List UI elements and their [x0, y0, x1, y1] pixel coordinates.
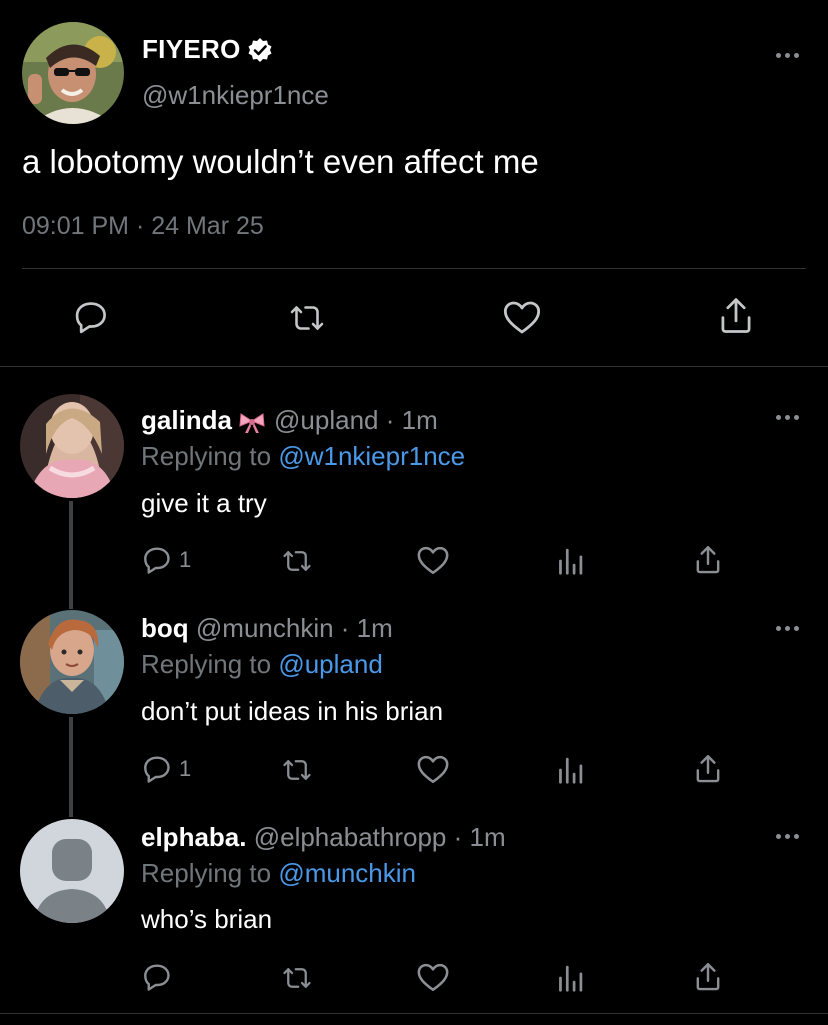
tweet-text: a lobotomy wouldn’t even affect me	[22, 143, 539, 180]
more-options-icon[interactable]	[772, 622, 802, 634]
reply-text: don’t put ideas in his brian	[141, 696, 444, 726]
replying-to: Replying to @upland	[141, 649, 383, 680]
author-row: FIYERO	[142, 34, 273, 65]
share-icon[interactable]	[718, 296, 754, 336]
reply-tweet: galinda @upland · 1m Replying to @w1nkie…	[0, 367, 828, 575]
replying-label: Replying to	[141, 649, 272, 679]
reply-header: boq @munchkin · 1m	[141, 613, 393, 644]
reply-count: 1	[179, 756, 192, 781]
reply-icon[interactable]	[72, 298, 110, 336]
replying-to: Replying to @munchkin	[141, 858, 416, 889]
separator-dot: ·	[378, 405, 402, 435]
separator-dot: ·	[333, 613, 357, 643]
fiyero-avatar[interactable]	[22, 22, 124, 124]
replying-mention[interactable]: @upland	[278, 649, 382, 679]
analytics-icon[interactable]	[556, 546, 584, 576]
divider	[22, 268, 806, 269]
divider	[0, 1013, 828, 1014]
retweet-icon[interactable]	[286, 300, 328, 336]
thread-line	[69, 781, 73, 817]
more-options-icon[interactable]	[772, 411, 802, 423]
reply-handle[interactable]: @upland	[274, 405, 378, 436]
analytics-icon[interactable]	[556, 755, 584, 785]
replying-to: Replying to @w1nkiepr1nce	[141, 441, 465, 472]
like-icon[interactable]	[502, 298, 542, 336]
share-icon[interactable]	[694, 961, 722, 993]
reply-icon[interactable]: 1	[141, 753, 191, 785]
reply-handle[interactable]: @elphabathropp	[254, 822, 447, 853]
reply-text: who’s brian	[141, 904, 273, 934]
reply-tweet: elphaba. @elphabathropp · 1m Replying to…	[0, 781, 828, 1013]
pink-bow-icon	[238, 410, 266, 433]
reply-author-name[interactable]: boq	[141, 613, 189, 644]
boq-avatar[interactable]	[20, 610, 124, 714]
replying-mention[interactable]: @munchkin	[278, 858, 416, 888]
retweet-icon[interactable]	[279, 755, 315, 785]
reply-icon[interactable]	[141, 961, 173, 993]
galinda-avatar[interactable]	[20, 394, 124, 498]
reply-icon[interactable]: 1	[141, 544, 191, 576]
replying-label: Replying to	[141, 858, 272, 888]
tweet-actions	[0, 292, 828, 344]
replying-mention[interactable]: @w1nkiepr1nce	[278, 441, 465, 471]
reply-actions	[0, 961, 828, 1001]
tweet-timestamp[interactable]: 09:01 PM · 24 Mar 25	[22, 212, 264, 241]
like-icon[interactable]	[416, 961, 450, 993]
thread-line	[69, 573, 73, 609]
share-icon[interactable]	[694, 753, 722, 785]
author-name[interactable]: FIYERO	[142, 34, 241, 65]
author-handle[interactable]: @w1nkiepr1nce	[142, 80, 329, 111]
retweet-icon[interactable]	[279, 963, 315, 993]
analytics-icon[interactable]	[556, 963, 584, 993]
reply-time: 1m	[469, 822, 506, 852]
reply-time: 1m	[401, 405, 438, 435]
verified-badge-icon	[247, 37, 273, 63]
replying-label: Replying to	[141, 441, 272, 471]
reply-handle[interactable]: @munchkin	[196, 613, 334, 644]
reply-header: elphaba. @elphabathropp · 1m	[141, 822, 506, 853]
reply-header: galinda @upland · 1m	[141, 405, 438, 436]
reply-author-name[interactable]: elphaba.	[141, 822, 246, 853]
reply-time: 1m	[356, 613, 393, 643]
main-tweet: FIYERO @w1nkiepr1nce a lobotomy wouldn’t…	[0, 0, 828, 367]
reply-count: 1	[179, 547, 192, 572]
reply-text: give it a try	[141, 488, 267, 518]
share-icon[interactable]	[694, 544, 722, 576]
reply-tweet: boq @munchkin · 1m Replying to @upland d…	[0, 573, 828, 785]
like-icon[interactable]	[416, 544, 450, 576]
retweet-icon[interactable]	[279, 546, 315, 576]
separator-dot: ·	[446, 822, 470, 852]
like-icon[interactable]	[416, 753, 450, 785]
default-avatar[interactable]	[20, 819, 124, 923]
tweet-thread-page: FIYERO @w1nkiepr1nce a lobotomy wouldn’t…	[0, 0, 828, 1025]
reply-author-name[interactable]: galinda	[141, 405, 232, 436]
more-options-icon[interactable]	[772, 830, 802, 842]
more-options-icon[interactable]	[772, 49, 802, 61]
